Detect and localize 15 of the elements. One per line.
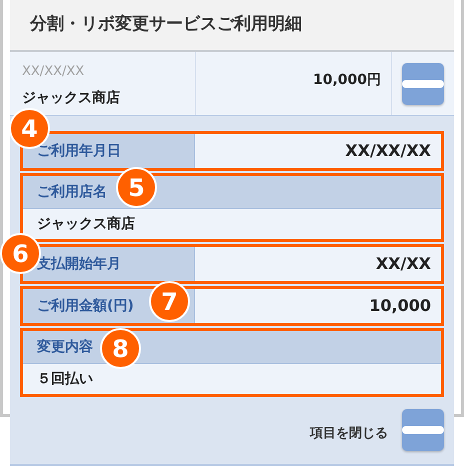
field-value: 10,000	[195, 289, 441, 323]
field-label: ご利用金額(円)	[37, 296, 134, 316]
minus-icon	[402, 426, 444, 434]
amount: 10,000円	[312, 71, 381, 90]
field-value: ジャックス商店	[23, 209, 441, 239]
minus-icon	[402, 80, 444, 88]
close-label: 項目を閉じる	[310, 424, 388, 443]
field-value: XX/XX	[195, 247, 441, 281]
page-title: 分割・リボ変更サービスご利用明細	[30, 13, 302, 36]
collapse-button[interactable]	[402, 62, 444, 104]
store-name: ジャックス商店	[22, 88, 121, 108]
collapse-button[interactable]	[402, 409, 444, 451]
field-value: XX/XX/XX	[195, 134, 441, 168]
usage-date: XX/XX/XX	[22, 64, 86, 80]
field-value: ５回払い	[23, 364, 441, 394]
